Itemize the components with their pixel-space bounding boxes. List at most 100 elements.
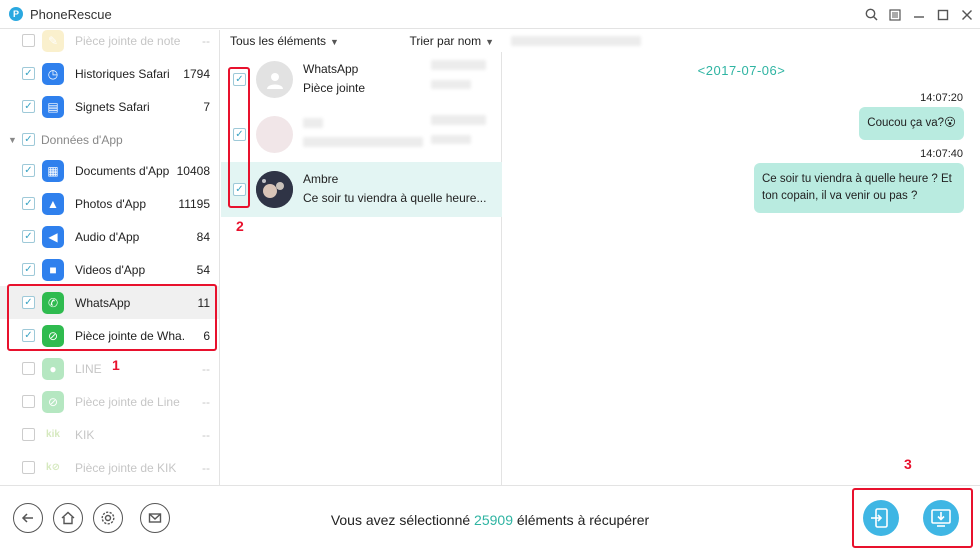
- sidebar-item-label: Photos d'App: [75, 196, 147, 211]
- list-item[interactable]: ✓: [221, 107, 502, 162]
- sidebar-item-note-attachment[interactable]: ✓ ✎ Pièce jointe de note --: [0, 30, 219, 57]
- checkbox[interactable]: ✓: [22, 34, 35, 47]
- sidebar-item-safari-bookmarks[interactable]: ✓ ▤ Signets Safari 7: [0, 90, 219, 123]
- search-icon[interactable]: [864, 8, 878, 22]
- chat-date: <2017-07-06>: [697, 63, 786, 78]
- sidebar-item-app-audio[interactable]: ✓ ◀ Audio d'App 84: [0, 220, 219, 253]
- phonerescue-logo-icon: P: [9, 7, 23, 21]
- chevron-down-icon: ▼: [330, 37, 339, 47]
- sidebar-item-label: Documents d'App: [75, 163, 170, 178]
- checkbox[interactable]: ✓: [22, 461, 35, 474]
- sidebar-item-count: --: [202, 394, 210, 409]
- checkbox[interactable]: ✓: [22, 67, 35, 80]
- kik-icon: kik: [42, 423, 64, 446]
- chevron-down-icon[interactable]: ▼: [8, 135, 17, 145]
- checkbox[interactable]: ✓: [22, 362, 35, 375]
- photo-icon: ▲: [42, 192, 64, 215]
- checkbox[interactable]: ✓: [22, 164, 35, 177]
- message-preview: Ce soir tu viendra à quelle heure...: [303, 191, 487, 205]
- blurred-info: [431, 135, 471, 144]
- sidebar-item-label: Historiques Safari: [75, 66, 170, 81]
- sidebar-item-count: 10408: [176, 163, 210, 178]
- annotation-box-1: [7, 284, 217, 351]
- sidebar-item-label: Pièce jointe de KIK: [75, 460, 177, 475]
- minimize-button[interactable]: [912, 8, 926, 22]
- checkbox[interactable]: ✓: [22, 133, 35, 146]
- selection-suffix: éléments à récupérer: [516, 512, 650, 528]
- sidebar-item-app-videos[interactable]: ✓ ■ Videos d'App 54: [0, 253, 219, 286]
- close-button[interactable]: [960, 8, 974, 22]
- sidebar-item-label: Signets Safari: [75, 99, 150, 114]
- message-bubble: Ce soir tu viendra à quelle heure ? Et t…: [754, 163, 964, 213]
- checkbox[interactable]: ✓: [22, 197, 35, 210]
- list-header: Tous les éléments ▼ Trier par nom ▼: [221, 30, 502, 52]
- message-preview: Pièce jointe: [303, 81, 366, 95]
- sidebar-item-count: 7: [203, 99, 210, 114]
- sidebar-item-app-documents[interactable]: ✓ ▦ Documents d'App 10408: [0, 154, 219, 187]
- video-icon: ■: [42, 258, 64, 281]
- kik-attachment-icon: k⊘: [42, 456, 64, 479]
- annotation-box-3: [852, 488, 973, 548]
- sidebar-item-count: --: [202, 33, 210, 48]
- avatar: [256, 116, 293, 153]
- category-sidebar: ✓ ✎ Pièce jointe de note -- ✓ ◷ Historiq…: [0, 30, 220, 485]
- annotation-number-3: 3: [904, 456, 912, 472]
- list-item[interactable]: ✓ Ambre Ce soir tu viendra à quelle heur…: [221, 162, 502, 217]
- chat-panel: <2017-07-06> 14:07:20 Coucou ça va?😮 14:…: [503, 52, 980, 485]
- blurred-preview: [303, 137, 423, 147]
- safari-icon: ◷: [42, 62, 64, 85]
- sort-dropdown[interactable]: Trier par nom ▼: [410, 34, 495, 48]
- sidebar-item-app-photos[interactable]: ✓ ▲ Photos d'App 11195: [0, 187, 219, 220]
- contact-name: WhatsApp: [303, 62, 359, 76]
- sidebar-item-count: 11195: [178, 196, 210, 211]
- list-item[interactable]: ✓ WhatsApp Pièce jointe: [221, 52, 502, 107]
- sidebar-item-kik[interactable]: ✓ kik KIK --: [0, 418, 219, 451]
- sidebar-item-line-attachment[interactable]: ✓ ⊘ Pièce jointe de Line --: [0, 385, 219, 418]
- sort-label: Trier par nom: [409, 34, 482, 48]
- maximize-button[interactable]: [936, 8, 950, 22]
- annotation-box-2: [228, 67, 250, 208]
- blurred-info: [431, 60, 486, 70]
- document-icon: ▦: [42, 159, 64, 182]
- sidebar-item-safari-history[interactable]: ✓ ◷ Historiques Safari 1794: [0, 57, 219, 90]
- sidebar-item-count: 84: [196, 229, 210, 244]
- avatar: [256, 61, 293, 98]
- sidebar-item-label: LINE: [75, 361, 102, 376]
- contact-name: Ambre: [303, 172, 339, 186]
- audio-icon: ◀: [42, 225, 64, 248]
- sidebar-item-count: --: [202, 427, 210, 442]
- window-controls: [864, 0, 974, 29]
- message-bubble: Coucou ça va?😮: [859, 107, 964, 140]
- checkbox[interactable]: ✓: [22, 263, 35, 276]
- checkbox[interactable]: ✓: [22, 100, 35, 113]
- annotation-number-1: 1: [112, 357, 120, 373]
- sidebar-item-label: Videos d'App: [75, 262, 146, 277]
- line-attachment-icon: ⊘: [42, 390, 64, 413]
- filter-dropdown[interactable]: Tous les éléments ▼: [230, 34, 339, 48]
- title-bar: P PhoneRescue: [0, 0, 980, 29]
- checkbox[interactable]: ✓: [22, 428, 35, 441]
- sidebar-item-label: Pièce jointe de note: [75, 33, 181, 48]
- selection-prefix: Vous avez sélectionné: [330, 512, 471, 528]
- conversation-list: ✓ WhatsApp Pièce jointe ✓ ✓ Ambre Ce soi…: [221, 52, 502, 485]
- bookmark-icon: ▤: [42, 95, 64, 118]
- sidebar-item-count: 1794: [183, 66, 210, 81]
- checkbox[interactable]: ✓: [22, 395, 35, 408]
- sidebar-item-count: --: [202, 460, 210, 475]
- sidebar-item-kik-attachment[interactable]: ✓ k⊘ Pièce jointe de KIK --: [0, 451, 219, 484]
- filter-label: Tous les éléments: [230, 34, 327, 48]
- message-time: 14:07:40: [920, 148, 963, 160]
- sidebar-item-count: 54: [196, 262, 210, 277]
- app-title: PhoneRescue: [30, 6, 112, 22]
- blurred-info: [431, 80, 471, 89]
- sidebar-group-app-data[interactable]: ▼ ✓ Données d'App: [0, 123, 219, 156]
- sidebar-item-line[interactable]: ✓ ● LINE --: [0, 352, 219, 385]
- avatar: [256, 171, 293, 208]
- menu-icon[interactable]: [888, 8, 902, 22]
- blurred-name: [303, 118, 323, 128]
- checkbox[interactable]: ✓: [22, 230, 35, 243]
- logo-letter: P: [12, 9, 19, 19]
- sidebar-item-label: Audio d'App: [75, 229, 140, 244]
- sidebar-item-label: KIK: [75, 427, 95, 442]
- selection-summary: Vous avez sélectionné 25909 éléments à r…: [0, 512, 980, 528]
